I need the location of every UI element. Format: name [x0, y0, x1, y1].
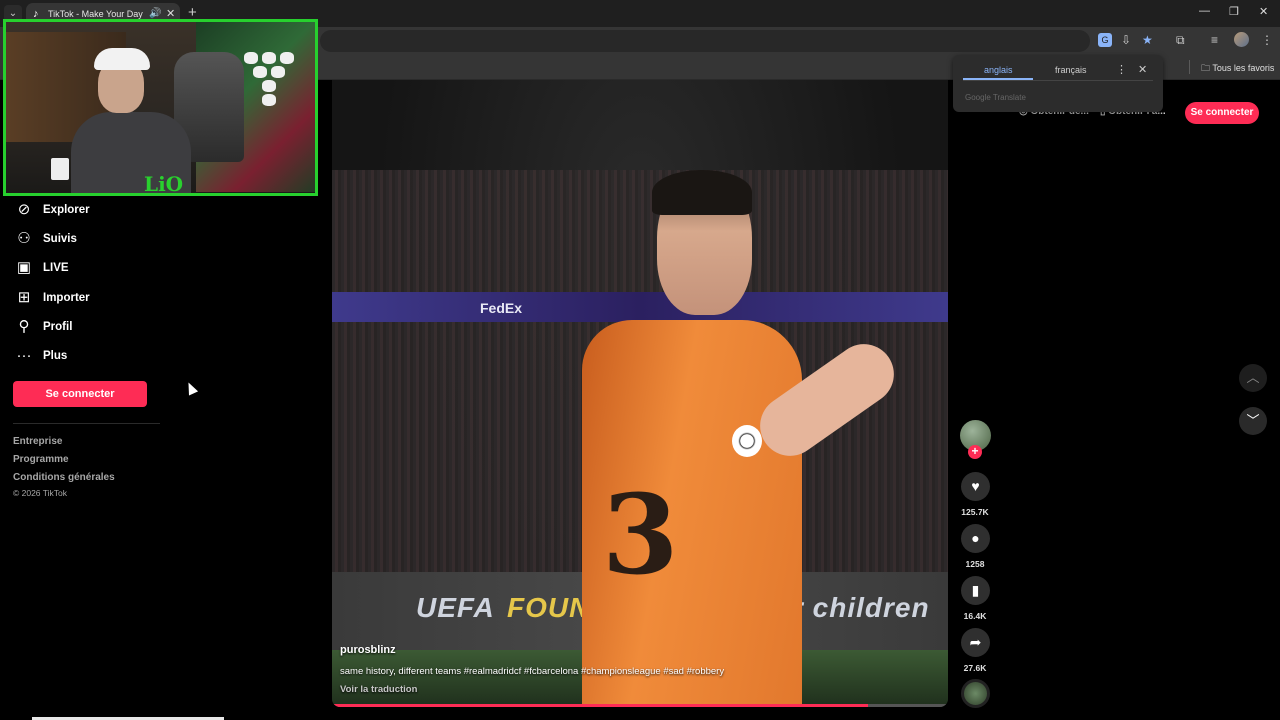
see-translation-link[interactable]: Voir la traduction	[340, 684, 417, 695]
tab-title: TikTok - Make Your Day	[48, 9, 143, 19]
sidebar-item-plus[interactable]: ··· Plus	[14, 345, 68, 367]
sidebar-divider	[13, 423, 160, 424]
profile-avatar-icon[interactable]	[1234, 32, 1249, 47]
translate-close-icon[interactable]: ✕	[1138, 63, 1147, 76]
live-tv-icon: ▣	[16, 259, 32, 276]
save-button[interactable]: ▮	[961, 576, 990, 605]
next-video-button[interactable]: ﹀	[1239, 407, 1267, 435]
sponsor-board-text: FedEx	[480, 300, 523, 316]
address-bar[interactable]	[320, 30, 1090, 52]
bookmark-icon: ▮	[971, 582, 980, 598]
video-caption: same history, different teams #realmadri…	[340, 666, 725, 677]
comment-button[interactable]: ●	[961, 524, 990, 553]
video-player[interactable]: FedEx UEFA FOUN r children 3 purosblinz …	[332, 80, 948, 707]
comment-icon: ●	[971, 530, 980, 546]
share-arrow-icon: ➦	[969, 634, 982, 650]
heart-icon: ♥	[971, 478, 980, 494]
webcam-mug	[51, 158, 69, 180]
sidebar-item-label: Importer	[43, 292, 90, 304]
sidebar-item-label: Suivis	[43, 233, 77, 245]
extensions-icon[interactable]: ⧉	[1176, 33, 1185, 48]
translate-icon[interactable]: G	[1098, 33, 1112, 47]
sidebar-login-button[interactable]: Se connecter	[13, 381, 147, 407]
like-count: 125.7K	[961, 507, 989, 517]
bookmark-star-icon[interactable]: ★	[1142, 33, 1153, 47]
music-disc-icon[interactable]	[961, 679, 990, 708]
translate-more-icon[interactable]: ⋮	[1116, 63, 1127, 76]
install-app-icon[interactable]: ⇩	[1121, 33, 1131, 47]
bookmarks-separator	[1189, 60, 1190, 74]
window-close-icon[interactable]: ✕	[1259, 5, 1268, 18]
chevron-up-icon: ︿	[1246, 370, 1260, 385]
footer-link-conditions[interactable]: Conditions générales	[13, 472, 115, 483]
football-player: 3	[582, 170, 922, 707]
following-icon: ⚇	[17, 230, 31, 247]
video-progress-bar[interactable]	[332, 704, 948, 707]
translate-popup: anglais français ⋮ ✕ Google Translate	[953, 55, 1163, 112]
sidebar-item-suivis[interactable]: ⚇ Suivis	[14, 228, 77, 250]
profile-icon: ⚲	[18, 318, 30, 335]
video-progress-fill	[332, 704, 868, 707]
browser-menu-icon[interactable]: ⋮	[1261, 33, 1273, 47]
sidebar-item-explorer[interactable]: ⊘ Explorer	[14, 199, 90, 221]
board-text-left: UEFA	[416, 592, 495, 623]
webcam-overlay: LiO	[3, 19, 318, 196]
translate-tab-divider	[963, 80, 1153, 81]
translate-target-tab[interactable]: français	[1055, 65, 1087, 75]
copyright: © 2026 TikTok	[13, 488, 67, 498]
tab-audio-icon[interactable]: 🔊	[149, 8, 161, 19]
previous-video-button[interactable]: ︿	[1239, 364, 1267, 392]
champions-league-badge	[732, 425, 762, 457]
share-count: 27.6K	[963, 663, 987, 673]
save-count: 16.4K	[963, 611, 987, 621]
player-hair	[652, 170, 752, 215]
footer-link-entreprise[interactable]: Entreprise	[13, 436, 62, 447]
hexagon-lights	[244, 52, 300, 112]
all-bookmarks-label: Tous les favoris	[1212, 63, 1275, 73]
sidebar-item-label: Plus	[43, 350, 68, 362]
sidebar-item-label: Explorer	[43, 204, 90, 216]
streamer-cap	[94, 48, 150, 70]
media-control-icon[interactable]: ≡	[1211, 33, 1218, 47]
sidebar-item-label: Profil	[43, 321, 73, 333]
more-dots-icon: ···	[16, 347, 32, 364]
sidebar-item-importer[interactable]: ⊞ Importer	[14, 287, 90, 309]
follow-plus-icon[interactable]: +	[968, 445, 982, 459]
video-username[interactable]: purosblinz	[340, 644, 396, 656]
sidebar-item-label: LIVE	[43, 262, 69, 274]
streamer-logo: LiO	[144, 172, 184, 196]
all-bookmarks-folder[interactable]: 🗀 Tous les favoris	[1201, 61, 1274, 77]
upload-plus-icon: ⊞	[17, 289, 31, 306]
header-login-button[interactable]: Se connecter	[1185, 102, 1259, 124]
mouse-cursor	[183, 380, 199, 396]
sidebar-item-live[interactable]: ▣ LIVE	[14, 257, 69, 279]
compass-icon: ⊘	[17, 201, 31, 218]
share-button[interactable]: ➦	[961, 628, 990, 657]
translate-brand: Google Translate	[965, 93, 1026, 102]
like-button[interactable]: ♥	[961, 472, 990, 501]
chevron-down-icon: ﹀	[1246, 413, 1260, 428]
comment-count: 1258	[965, 559, 985, 569]
restore-icon[interactable]: ❐	[1229, 5, 1239, 18]
jersey-number: 3	[602, 470, 679, 599]
translate-source-tab[interactable]: anglais	[984, 65, 1013, 75]
streamer	[66, 42, 191, 193]
board-text-mid: FOUN	[507, 592, 591, 623]
translate-active-underline	[963, 78, 1033, 80]
sidebar-item-profil[interactable]: ⚲ Profil	[14, 316, 73, 338]
footer-link-programme[interactable]: Programme	[13, 454, 69, 465]
minimize-icon[interactable]: —	[1199, 5, 1210, 17]
